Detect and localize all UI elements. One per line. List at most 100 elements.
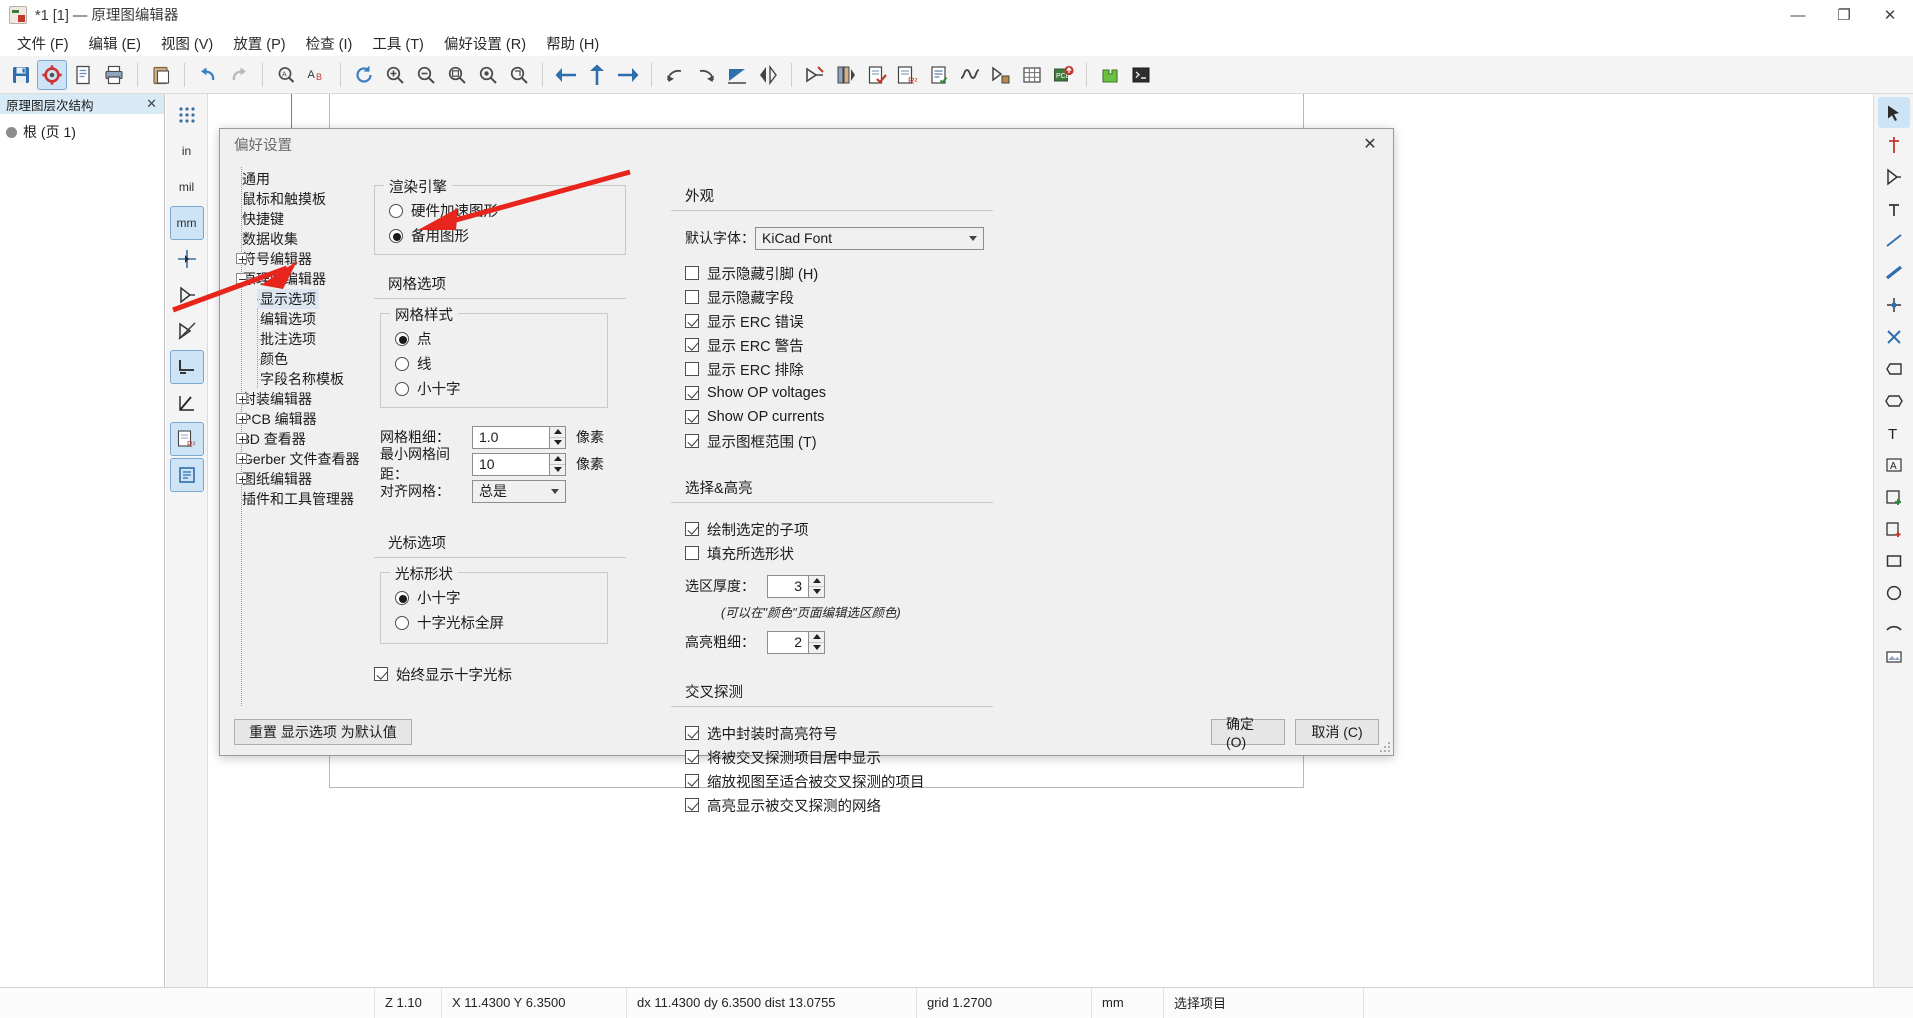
bom-icon[interactable] xyxy=(924,60,954,90)
simulator-icon[interactable] xyxy=(955,60,985,90)
mirror-h-icon[interactable] xyxy=(753,60,783,90)
mirror-v-icon[interactable] xyxy=(722,60,752,90)
min-grid-spacing-spinner[interactable] xyxy=(550,452,566,476)
tree-item-pcb-editor[interactable]: PCB 编辑器 xyxy=(230,409,361,429)
highlight-thickness-input[interactable]: 2 xyxy=(767,630,809,654)
footprint-table-icon[interactable] xyxy=(1017,60,1047,90)
assign-footprints-icon[interactable] xyxy=(986,60,1016,90)
preferences-tree[interactable]: 通用 鼠标和触摸板 快捷键 数据收集 符号编辑器 原理图编辑器 显示选项 编辑选… xyxy=(230,165,361,709)
rotate-ccw-icon[interactable] xyxy=(660,60,690,90)
hv-lines-icon[interactable] xyxy=(169,350,204,384)
expander-icon[interactable] xyxy=(236,393,247,404)
unit-inch-icon[interactable]: in xyxy=(170,134,204,168)
close-button[interactable]: ✕ xyxy=(1867,0,1913,30)
checkbox-show-op-voltages[interactable]: Show OP voltages xyxy=(685,381,993,405)
checkbox-show-erc-warnings[interactable]: 显示 ERC 警告 xyxy=(685,333,993,357)
refresh-icon[interactable] xyxy=(349,60,379,90)
menu-inspect[interactable]: 检查 (I) xyxy=(297,30,362,57)
place-text-box-icon[interactable]: A xyxy=(1878,449,1910,480)
resize-grip-icon[interactable] xyxy=(1379,741,1391,753)
update-pcb-icon[interactable]: PCB xyxy=(1048,60,1078,90)
zoom-fit-icon[interactable] xyxy=(442,60,472,90)
checkbox-fill-selected-shapes[interactable]: 填充所选形状 xyxy=(685,541,993,565)
tree-item-data-collection[interactable]: 数据收集 xyxy=(230,229,361,249)
radio-fullscreen-crosshair[interactable]: 十字光标全屏 xyxy=(395,610,595,635)
preferences-gear-icon[interactable] xyxy=(37,59,67,90)
add-sheet-icon[interactable] xyxy=(1878,481,1910,512)
checkbox-show-erc-errors[interactable]: 显示 ERC 错误 xyxy=(685,309,993,333)
expander-icon[interactable] xyxy=(236,473,247,484)
tree-item-hotkeys[interactable]: 快捷键 xyxy=(230,209,361,229)
tree-item-footprint-editor[interactable]: 封装编辑器 xyxy=(230,389,361,409)
import-sheet-pin-icon[interactable] xyxy=(1878,513,1910,544)
menu-file[interactable]: 文件 (F) xyxy=(8,30,78,57)
tree-item-annotation-options[interactable]: 批注选项 xyxy=(230,329,361,349)
maximize-button[interactable]: ❐ xyxy=(1821,0,1867,30)
place-junction-icon[interactable] xyxy=(1878,289,1910,320)
tree-item-general[interactable]: 通用 xyxy=(230,169,361,189)
radio-accelerated-graphics[interactable]: 硬件加速图形 xyxy=(389,198,613,223)
scripting-console-icon[interactable] xyxy=(1126,60,1156,90)
plugin-icon[interactable] xyxy=(1095,60,1125,90)
undo-icon[interactable] xyxy=(193,60,223,90)
checkbox-show-hidden-fields[interactable]: 显示隐藏字段 xyxy=(685,285,993,309)
checkbox-highlight-cross-probed-net[interactable]: 高亮显示被交叉探测的网络 xyxy=(685,793,993,817)
hierarchy-root-item[interactable]: 根 (页 1) xyxy=(6,122,158,142)
tree-item-display-options[interactable]: 显示选项 xyxy=(230,289,361,309)
tree-item-symbol-editor[interactable]: 符号编辑器 xyxy=(230,249,361,269)
nav-up-icon[interactable] xyxy=(582,60,612,90)
hidden-pins-icon[interactable] xyxy=(170,278,204,312)
place-circle-icon[interactable] xyxy=(1878,577,1910,608)
selection-thickness-spinner[interactable] xyxy=(809,574,825,598)
radio-fallback-graphics[interactable]: 备用图形 xyxy=(389,223,613,248)
menu-help[interactable]: 帮助 (H) xyxy=(537,30,608,57)
ok-button[interactable]: 确定 (O) xyxy=(1211,716,1285,750)
highlight-thickness-spinner[interactable] xyxy=(809,630,825,654)
expander-icon[interactable] xyxy=(236,453,247,464)
symbol-edit-icon[interactable] xyxy=(800,60,830,90)
radio-small-crosshair[interactable]: 小十字 xyxy=(395,585,595,610)
snap-to-grid-combo[interactable]: 总是 xyxy=(472,479,566,503)
grid-thickness-input[interactable]: 1.0 xyxy=(472,425,550,449)
redo-icon[interactable] xyxy=(224,60,254,90)
zoom-selection-icon[interactable] xyxy=(504,60,534,90)
place-symbol-icon[interactable] xyxy=(1878,161,1910,192)
expander-icon[interactable] xyxy=(236,433,247,444)
zoom-out-icon[interactable] xyxy=(411,60,441,90)
place-global-label-icon[interactable] xyxy=(1878,385,1910,416)
new-sheet-icon[interactable] xyxy=(68,60,98,90)
tree-item-editing-options[interactable]: 编辑选项 xyxy=(230,309,361,329)
find-replace-icon[interactable]: AB xyxy=(302,60,332,90)
tree-item-gerber-viewer[interactable]: Gerber 文件查看器 xyxy=(230,449,361,469)
checkbox-zoom-to-fit-cross-probed-item[interactable]: 缩放视图至适合被交叉探测的项目 xyxy=(685,769,993,793)
select-tool-icon[interactable] xyxy=(1877,97,1910,128)
tree-item-field-name-templates[interactable]: 字段名称模板 xyxy=(230,369,361,389)
place-no-connect-icon[interactable] xyxy=(1878,321,1910,352)
close-icon[interactable]: ✕ xyxy=(143,96,160,112)
expander-icon[interactable] xyxy=(236,253,247,264)
paste-icon[interactable] xyxy=(146,60,176,90)
menu-edit[interactable]: 编辑 (E) xyxy=(80,30,150,57)
bus-entry-icon[interactable] xyxy=(170,314,204,348)
checkbox-show-op-currents[interactable]: Show OP currents xyxy=(685,405,993,429)
nav-back-icon[interactable] xyxy=(551,60,581,90)
erc-check-icon[interactable] xyxy=(862,60,892,90)
tree-item-drawing-sheet-editor[interactable]: 图纸编辑器 xyxy=(230,469,361,489)
highlight-net-icon[interactable] xyxy=(1878,129,1910,160)
dialog-close-icon[interactable]: ✕ xyxy=(1353,131,1387,157)
selection-thickness-input[interactable]: 3 xyxy=(767,574,809,598)
nav-forward-icon[interactable] xyxy=(613,60,643,90)
checkbox-show-erc-exclusions[interactable]: 显示 ERC 排除 xyxy=(685,357,993,381)
place-bus-icon[interactable] xyxy=(1878,257,1910,288)
default-font-combo[interactable]: KiCad Font xyxy=(755,226,984,250)
print-icon[interactable] xyxy=(99,60,129,90)
annotate-icon[interactable]: R² xyxy=(893,60,923,90)
reset-defaults-button[interactable]: 重置 显示选项 为默认值 xyxy=(234,719,412,745)
checkbox-draw-selected-children[interactable]: 绘制选定的子项 xyxy=(685,517,993,541)
minimize-button[interactable]: — xyxy=(1775,0,1821,30)
place-label-icon[interactable] xyxy=(1878,353,1910,384)
radio-grid-lines[interactable]: 线 xyxy=(395,351,595,376)
tree-item-plugin-manager[interactable]: 插件和工具管理器 xyxy=(230,489,361,509)
cursor-fullscreen-icon[interactable] xyxy=(170,242,204,276)
tree-item-schematic-editor[interactable]: 原理图编辑器 xyxy=(230,269,361,289)
